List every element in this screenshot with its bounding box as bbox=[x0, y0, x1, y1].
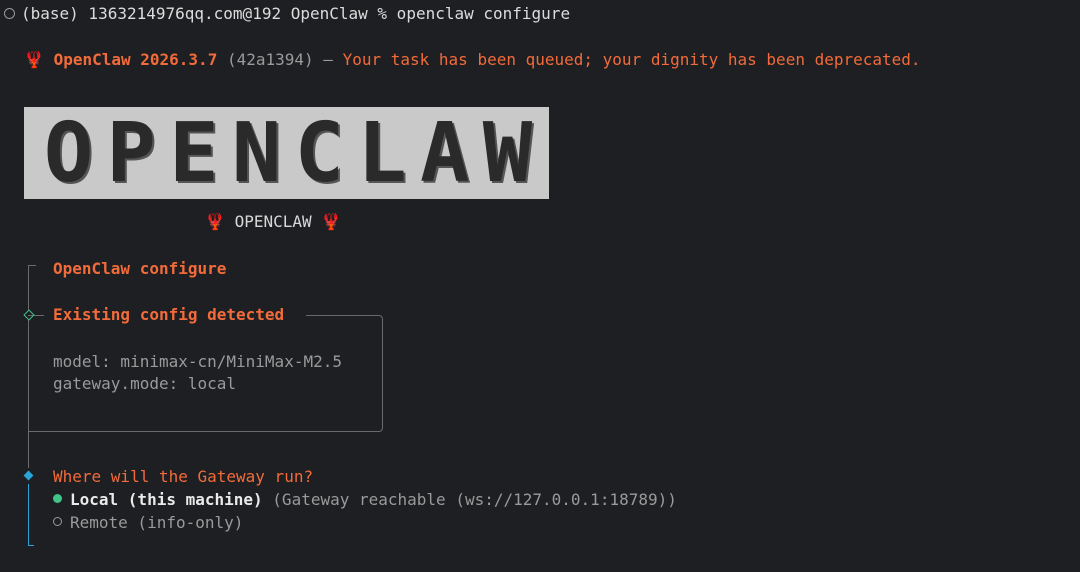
logo-letters: OPENCLAW bbox=[38, 106, 538, 201]
radio-selected-icon bbox=[53, 494, 62, 503]
wizard-rail-segment-1 bbox=[28, 273, 29, 311]
logo-letter: A bbox=[420, 105, 470, 201]
prompt-text: (base) 1363214976qq.com@192 OpenClaw % o… bbox=[21, 4, 571, 23]
logo-letter: C bbox=[294, 105, 344, 201]
wizard-rail-active bbox=[28, 484, 29, 546]
logo-letter: L bbox=[357, 105, 407, 201]
wizard-rail-active-end bbox=[28, 545, 34, 546]
logo-letter: N bbox=[231, 105, 282, 201]
lobster-icon-left: 🦞 bbox=[205, 212, 225, 231]
banner-dash: — bbox=[313, 50, 343, 69]
wizard-rail-corner bbox=[28, 265, 36, 274]
product-version: OpenClaw 2026.3.7 bbox=[53, 50, 218, 69]
commit-hash: (42a1394) bbox=[226, 50, 314, 69]
config-gateway-line: gateway.mode: local bbox=[53, 374, 237, 393]
logo-letter: O bbox=[43, 105, 94, 201]
lobster-icon: 🦞 bbox=[24, 50, 44, 69]
gateway-question: Where will the Gateway run? bbox=[53, 467, 314, 486]
openclaw-logo: OPENCLAW bbox=[24, 106, 549, 201]
active-step-diamond-icon bbox=[23, 470, 34, 481]
logo-letter: P bbox=[106, 105, 156, 201]
prompt-circle-icon bbox=[4, 8, 15, 19]
lobster-icon-right: 🦞 bbox=[321, 212, 342, 231]
option-local[interactable]: Local (this machine) (Gateway reachable … bbox=[53, 490, 677, 510]
logo-subtitle-text: OPENCLAW bbox=[234, 212, 312, 231]
banner-tagline: Your task has been queued; your dignity … bbox=[342, 50, 921, 69]
option-local-label: Local (this machine) bbox=[70, 490, 263, 509]
option-local-hint: (Gateway reachable (ws://127.0.0.1:18789… bbox=[272, 490, 677, 509]
logo-subtitle: 🦞 OPENCLAW 🦞 bbox=[205, 212, 341, 232]
logo-letter: E bbox=[169, 105, 219, 201]
version-banner: 🦞 OpenClaw 2026.3.7 (42a1394) — Your tas… bbox=[24, 50, 921, 70]
shell-prompt: (base) 1363214976qq.com@192 OpenClaw % o… bbox=[4, 4, 570, 24]
config-model-line: model: minimax-cn/MiniMax-M2.5 bbox=[53, 352, 342, 371]
config-heading: Existing config detected bbox=[53, 305, 285, 324]
logo-letter: W bbox=[482, 105, 533, 201]
option-remote-label: Remote (info-only) bbox=[70, 513, 244, 532]
radio-unselected-icon bbox=[53, 517, 62, 526]
wizard-title: OpenClaw configure bbox=[53, 259, 227, 278]
option-remote[interactable]: Remote (info-only) bbox=[53, 513, 243, 533]
